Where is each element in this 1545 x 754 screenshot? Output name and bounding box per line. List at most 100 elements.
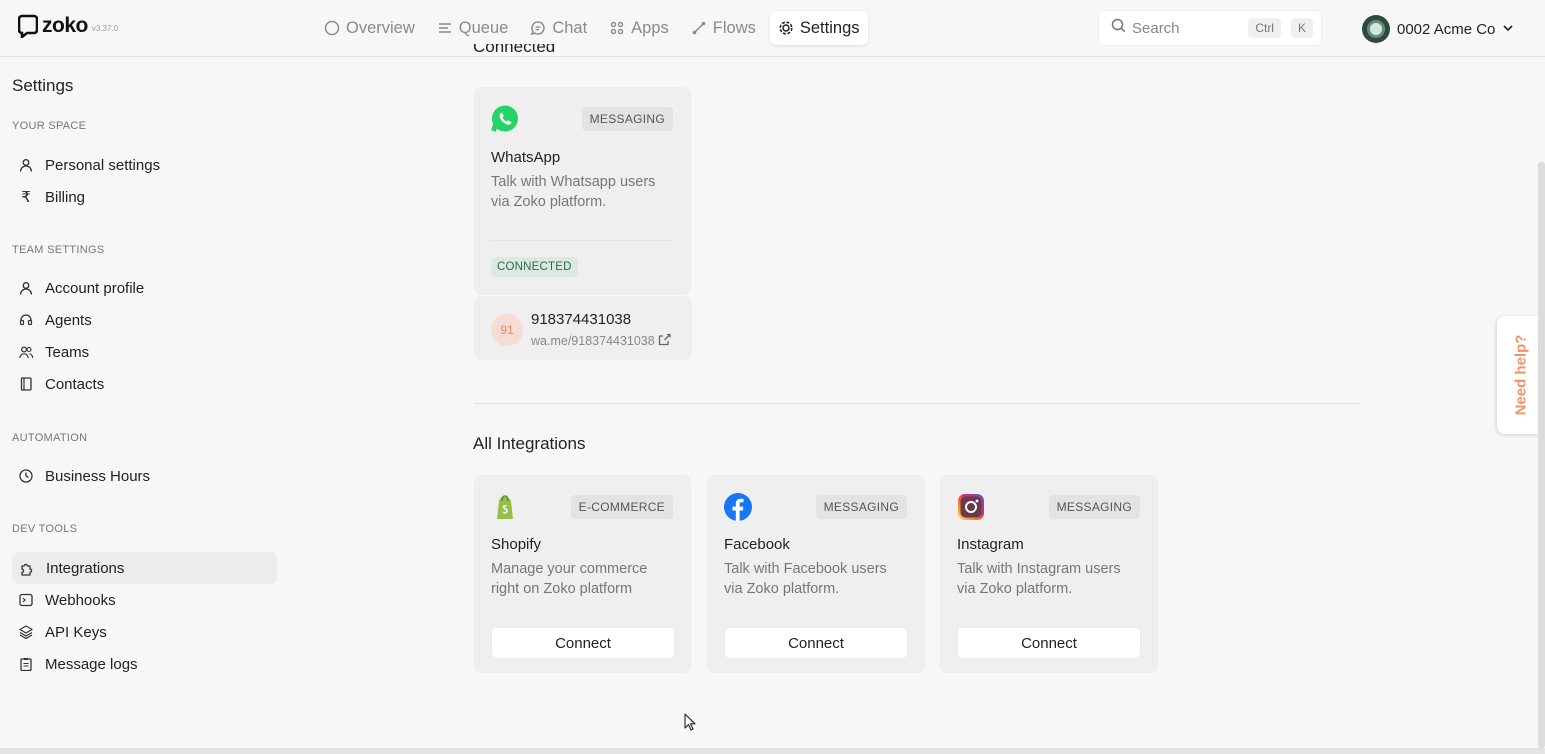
- nav-flows[interactable]: Flows: [683, 11, 764, 45]
- avatar: [1362, 15, 1390, 43]
- sidebar-section-label: TEAM SETTINGS: [12, 244, 105, 256]
- card-description: Manage your commerce right on Zoko platf…: [491, 561, 648, 597]
- whatsapp-number-card[interactable]: 91 918374431038 wa.me/918374431038: [474, 296, 692, 360]
- divider: [491, 240, 675, 241]
- nav-label: Chat: [552, 18, 588, 37]
- search-icon: [1111, 18, 1126, 38]
- sidebar-item-contacts[interactable]: Contacts: [12, 368, 277, 400]
- clipboard-icon: [19, 657, 33, 671]
- integration-card-shopify[interactable]: E-COMMERCE Shopify Manage your commerce …: [474, 475, 691, 673]
- sidebar-item-message-logs[interactable]: Message logs: [12, 648, 277, 680]
- sidebar-item-webhooks[interactable]: Webhooks: [12, 584, 277, 616]
- scrollbar[interactable]: [1538, 162, 1545, 748]
- sidebar-item-api-keys[interactable]: API Keys: [12, 616, 277, 648]
- all-integrations-heading: All Integrations: [473, 434, 586, 453]
- nav-settings[interactable]: Settings: [769, 11, 868, 45]
- connect-instagram-button[interactable]: Connect: [957, 627, 1141, 659]
- connected-heading: Connected: [473, 44, 556, 56]
- main-nav: Overview Queue Chat Apps Flows Settings: [316, 11, 868, 45]
- search-bar[interactable]: Search Ctrl K: [1098, 10, 1322, 46]
- flows-icon: [691, 20, 707, 36]
- mouse-cursor-icon: [684, 713, 696, 736]
- circle-icon: [324, 20, 340, 36]
- headset-icon: [19, 313, 33, 327]
- sidebar-item-label: Account profile: [45, 279, 145, 297]
- shortcut-key: Ctrl: [1248, 18, 1281, 38]
- contact-book-icon: [19, 377, 33, 391]
- sidebar-item-label: API Keys: [45, 623, 107, 641]
- chevron-down-icon: [1502, 21, 1514, 38]
- sidebar-item-label: Agents: [45, 311, 92, 329]
- sidebar-item-label: Billing: [45, 188, 86, 206]
- sidebar-item-billing[interactable]: ₹ Billing: [12, 181, 277, 213]
- search-placeholder: Search: [1132, 19, 1180, 37]
- shopify-icon: [490, 492, 520, 527]
- card-title: WhatsApp: [491, 149, 561, 166]
- queue-icon: [437, 20, 453, 36]
- wa-me-link[interactable]: wa.me/918374431038: [531, 333, 671, 349]
- sidebar-item-label: Webhooks: [45, 591, 116, 609]
- connect-facebook-button[interactable]: Connect: [724, 627, 908, 659]
- users-icon: [19, 345, 33, 359]
- instagram-icon: [956, 492, 986, 527]
- section-divider: [474, 403, 1360, 404]
- top-navbar: zoko v3.37.0 Overview Queue Chat Apps Fl…: [0, 0, 1545, 57]
- category-badge: MESSAGING: [1048, 495, 1140, 519]
- sidebar-item-personal-settings[interactable]: Personal settings: [12, 149, 277, 181]
- nav-label: Settings: [799, 18, 860, 37]
- integration-card-facebook[interactable]: MESSAGING Facebook Talk with Facebook us…: [707, 475, 925, 673]
- sidebar-title: Settings: [12, 76, 74, 95]
- account-name: 0002 Acme Co: [1397, 20, 1496, 38]
- terminal-icon: [19, 593, 33, 607]
- card-description: Talk with Instagram users via Zoko platf…: [957, 561, 1121, 597]
- sidebar-item-integrations[interactable]: Integrations: [12, 552, 277, 584]
- nav-label: Queue: [458, 18, 509, 37]
- sidebar-item-teams[interactable]: Teams: [12, 336, 277, 368]
- nav-overview[interactable]: Overview: [316, 11, 423, 45]
- sidebar-section-label: YOUR SPACE: [12, 120, 87, 132]
- nav-label: Flows: [712, 18, 756, 37]
- sidebar-section-label: AUTOMATION: [12, 432, 88, 444]
- clock-icon: [19, 469, 33, 483]
- card-description: Talk with Whatsapp users via Zoko platfo…: [491, 174, 656, 210]
- account-switcher[interactable]: 0002 Acme Co: [1362, 14, 1514, 44]
- card-title: Instagram: [957, 536, 1024, 553]
- shortcut-key: K: [1290, 18, 1313, 38]
- nav-apps[interactable]: Apps: [601, 11, 677, 45]
- sidebar-item-label: Personal settings: [45, 156, 161, 174]
- category-badge: MESSAGING: [815, 495, 907, 519]
- connect-shopify-button[interactable]: Connect: [491, 627, 675, 659]
- card-title: Facebook: [724, 536, 790, 553]
- category-badge: MESSAGING: [581, 107, 673, 131]
- puzzle-icon: [19, 561, 34, 576]
- integration-card-instagram[interactable]: MESSAGING Instagram Talk with Instagram …: [940, 475, 1158, 673]
- nav-label: Apps: [631, 18, 669, 37]
- bottom-scrollbar-track: [0, 748, 1545, 754]
- facebook-icon: [723, 492, 753, 527]
- rupee-icon: ₹: [21, 189, 31, 206]
- sidebar-item-label: Integrations: [46, 559, 125, 577]
- card-description: Talk with Facebook users via Zoko platfo…: [724, 561, 887, 597]
- need-help-label: Need help?: [1512, 334, 1530, 416]
- nav-chat[interactable]: Chat: [522, 11, 595, 45]
- external-link-icon: [658, 333, 671, 349]
- sidebar-item-label: Teams: [45, 343, 90, 361]
- whatsapp-card[interactable]: MESSAGING WhatsApp Talk with Whatsapp us…: [474, 87, 691, 295]
- gear-icon: [778, 20, 794, 36]
- settings-sidebar: Settings YOUR SPACE Personal settings ₹ …: [0, 58, 290, 748]
- user-icon: [19, 158, 33, 172]
- brand[interactable]: zoko v3.37.0: [18, 14, 118, 38]
- sidebar-item-label: Business Hours: [45, 467, 151, 485]
- nav-queue[interactable]: Queue: [429, 11, 517, 45]
- sidebar-item-business-hours[interactable]: Business Hours: [12, 460, 277, 492]
- whatsapp-icon: [490, 104, 520, 139]
- apps-icon: [609, 20, 625, 36]
- sidebar-section-label: DEV TOOLS: [12, 523, 78, 535]
- sidebar-item-label: Contacts: [45, 375, 105, 393]
- card-title: Shopify: [491, 536, 542, 553]
- brand-name: zoko: [42, 14, 88, 37]
- sidebar-item-label: Message logs: [45, 655, 138, 673]
- sidebar-item-account-profile[interactable]: Account profile: [12, 272, 277, 304]
- sidebar-item-agents[interactable]: Agents: [12, 304, 277, 336]
- country-code-badge: 91: [491, 314, 523, 346]
